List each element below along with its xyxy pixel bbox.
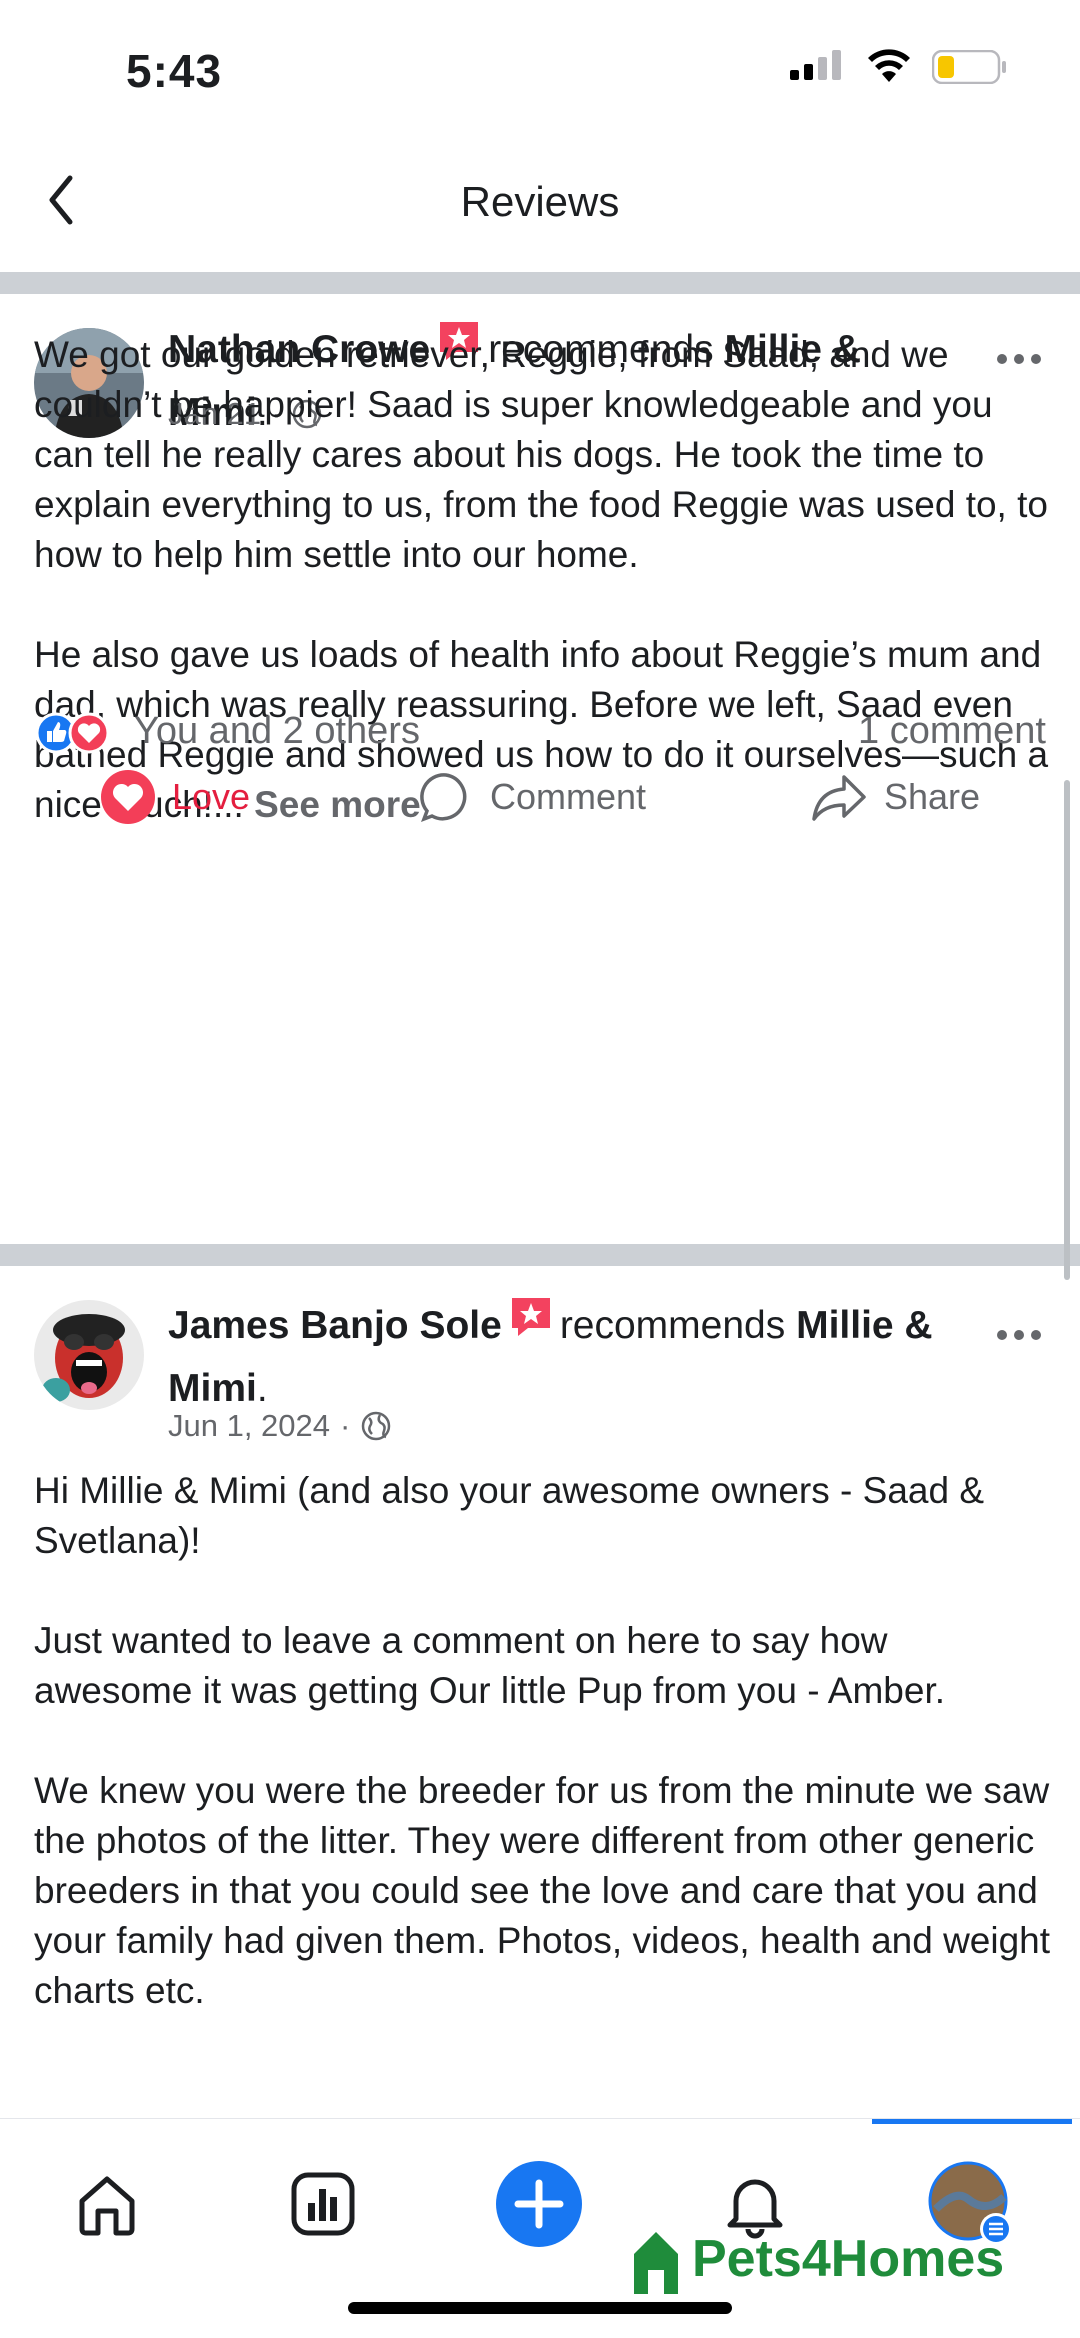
author-name[interactable]: James Banjo Sole [168, 1304, 502, 1347]
reactions-text: You and 2 others [134, 710, 420, 752]
like-reaction-icon [35, 712, 110, 754]
globe-icon [362, 1411, 391, 1441]
watermark-text: Pets4Homes [692, 2230, 1005, 2288]
reactions-row[interactable]: You and 2 others 1 comment [34, 708, 1046, 758]
share-icon [812, 775, 866, 821]
love-button[interactable]: Love [100, 752, 250, 842]
top-header: Reviews [0, 140, 1080, 270]
page-title: Reviews [460, 178, 620, 225]
dashboard-icon [291, 2172, 355, 2236]
share-button[interactable]: Share [810, 752, 980, 842]
love-label: Love [172, 776, 251, 817]
recommend-star-icon [508, 1294, 554, 1355]
create-plus-icon [496, 2161, 582, 2247]
section-divider [0, 272, 1080, 294]
nav-create[interactable] [484, 2149, 594, 2259]
avatar[interactable] [34, 1300, 144, 1410]
comment-icon [420, 773, 467, 822]
period: . [256, 1367, 268, 1410]
comment-button[interactable]: Comment [418, 752, 646, 842]
signal-icon [790, 50, 841, 80]
post-meta: Jun 1, 2024 · [168, 1408, 392, 1444]
pets4homes-logo-icon [634, 2232, 678, 2294]
comment-label: Comment [490, 776, 647, 817]
love-heart-icon [101, 770, 155, 824]
active-tab-indicator [872, 2119, 1072, 2124]
wifi-icon [868, 49, 910, 82]
more-dots-icon[interactable] [994, 1320, 1044, 1350]
share-label: Share [884, 776, 981, 817]
nav-home[interactable] [52, 2149, 162, 2259]
nav-dashboard[interactable] [268, 2149, 378, 2259]
post-headline: James Banjo Sole recommends Millie & Mimi… [168, 1294, 948, 1416]
section-divider [0, 1244, 1080, 1266]
post-date[interactable]: Jun 1, 2024 [168, 1408, 330, 1444]
status-bar: 5:43 [0, 0, 1080, 140]
post-2-text: Hi Millie & Mimi (and also your awesome … [34, 1470, 1051, 2011]
watermark-logo: Pets4Homes [628, 2224, 1004, 2294]
home-icon [79, 2176, 135, 2236]
home-indicator [348, 2302, 732, 2314]
meta-separator: · [340, 1408, 351, 1443]
comment-count[interactable]: 1 comment [858, 710, 1046, 753]
scrollbar[interactable] [1064, 780, 1070, 1280]
recommends-text: recommends [559, 1303, 786, 1347]
battery-icon [932, 50, 1006, 84]
post-actions: Love Comment Share [0, 752, 1080, 842]
status-time: 5:43 [126, 45, 223, 97]
